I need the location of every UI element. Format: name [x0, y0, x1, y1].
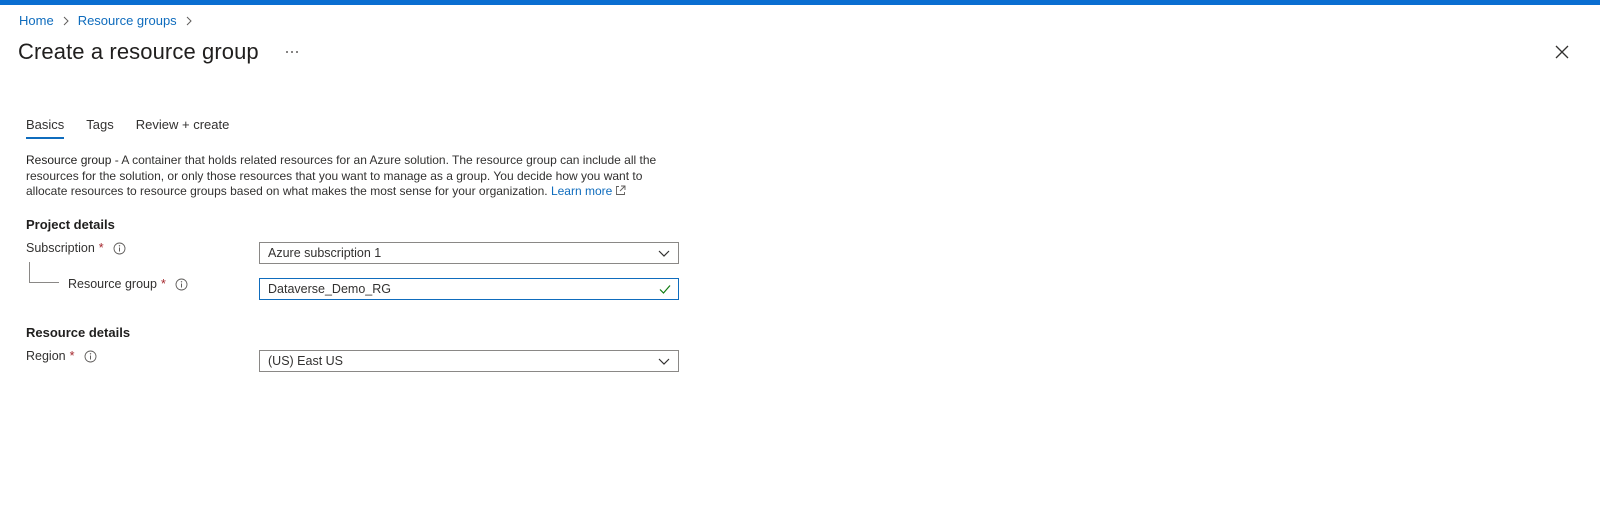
page-title: Create a resource group [18, 39, 259, 64]
tab-tags[interactable]: Tags [86, 117, 113, 141]
required-marker: * [98, 241, 104, 255]
required-marker: * [160, 277, 166, 291]
chevron-down-icon [657, 354, 671, 368]
subscription-dropdown[interactable]: Azure subscription 1 [259, 242, 679, 264]
region-label-text: Region [26, 349, 66, 363]
region-value: (US) East US [268, 354, 344, 368]
required-marker: * [69, 349, 75, 363]
info-icon[interactable] [84, 350, 97, 363]
subscription-label: Subscription * [26, 241, 126, 255]
close-icon[interactable] [1554, 44, 1570, 60]
subscription-value: Azure subscription 1 [268, 246, 382, 260]
resource-details-heading: Resource details [26, 325, 131, 340]
breadcrumb: Home Resource groups [19, 13, 201, 28]
subscription-label-text: Subscription [26, 241, 95, 255]
tab-bar: Basics Tags Review + create [26, 117, 251, 141]
chevron-right-icon [60, 14, 72, 28]
breadcrumb-home[interactable]: Home [19, 13, 54, 28]
checkmark-icon [658, 282, 672, 296]
resource-group-description: Resource group - A container that holds … [26, 153, 676, 200]
region-dropdown[interactable]: (US) East US [259, 350, 679, 372]
resource-group-label: Resource group * [68, 277, 188, 291]
more-options-icon[interactable] [282, 45, 302, 59]
breadcrumb-resource-groups[interactable]: Resource groups [78, 13, 177, 28]
region-label: Region * [26, 349, 97, 363]
description-lead: Resource group [26, 153, 112, 167]
chevron-right-icon [183, 14, 195, 28]
resource-group-label-text: Resource group [68, 277, 157, 291]
resource-group-value: Dataverse_Demo_RG [268, 282, 391, 296]
hierarchy-connector [29, 262, 59, 283]
info-icon[interactable] [175, 278, 188, 291]
external-link-icon[interactable] [615, 185, 626, 196]
learn-more-link[interactable]: Learn more [551, 184, 612, 198]
info-icon[interactable] [113, 242, 126, 255]
chevron-down-icon [657, 246, 671, 260]
project-details-heading: Project details [26, 217, 115, 232]
tab-review-create[interactable]: Review + create [136, 117, 230, 141]
tab-basics[interactable]: Basics [26, 117, 65, 141]
resource-group-input[interactable]: Dataverse_Demo_RG [259, 278, 679, 300]
top-accent-bar [0, 0, 1600, 5]
